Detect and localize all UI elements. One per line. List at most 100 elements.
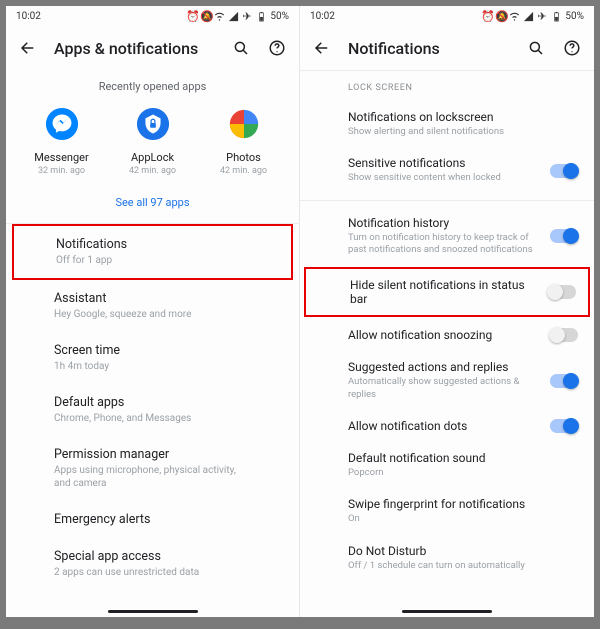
wifi-icon [509, 11, 520, 22]
row-sub: Show alerting and silent notifications [348, 126, 568, 138]
airplane-icon: ✈ [242, 11, 253, 22]
row-suggested-actions[interactable]: Suggested actions and replies Automatica… [300, 351, 594, 410]
row-label: Do Not Disturb [348, 544, 568, 558]
row-label: Notifications on lockscreen [348, 110, 568, 124]
row-assistant[interactable]: Assistant Hey Google, squeeze and more [6, 280, 299, 332]
nav-pill[interactable] [108, 610, 198, 613]
row-label: Notifications [56, 237, 243, 252]
row-label: Default apps [54, 395, 251, 410]
status-icons: ⏰ 🔕 ✈ 50% [481, 11, 584, 22]
row-emergency-alerts[interactable]: Emergency alerts [6, 501, 299, 538]
section-header-lockscreen: LOCK SCREEN [300, 71, 594, 101]
mute-icon: 🔕 [200, 11, 211, 22]
row-sub: On [348, 513, 568, 525]
row-notification-history[interactable]: Notification history Turn on notificatio… [300, 207, 594, 266]
row-notifications-on-lockscreen[interactable]: Notifications on lockscreen Show alertin… [300, 101, 594, 147]
row-sub: Automatically show suggested actions & r… [348, 376, 540, 401]
row-label: Hide silent notifications in status bar [350, 278, 538, 306]
battery-pct: 50% [270, 11, 289, 22]
row-label: Notification history [348, 216, 540, 230]
applock-icon [136, 107, 170, 141]
status-time: 10:02 [310, 11, 335, 22]
alarm-icon: ⏰ [481, 11, 492, 22]
row-label: Screen time [54, 343, 251, 358]
toggle-notification-history[interactable] [550, 229, 578, 243]
row-label: Allow notification dots [348, 419, 540, 433]
wifi-icon [214, 11, 225, 22]
row-sub: Chrome, Phone, and Messages [54, 412, 251, 425]
back-icon[interactable] [18, 38, 38, 58]
recent-app-photos[interactable]: Photos 42 min. ago [204, 107, 284, 176]
status-bar: 10:02 ⏰ 🔕 ✈ 50% [300, 6, 594, 26]
row-label: Special app access [54, 549, 251, 564]
signal-icon [228, 11, 239, 22]
page-title: Notifications [348, 39, 510, 58]
recent-app-applock[interactable]: AppLock 42 min. ago [113, 107, 193, 176]
row-special-app-access[interactable]: Special app access 2 apps can use unrest… [6, 538, 299, 590]
nav-pill[interactable] [402, 610, 492, 613]
highlight-box: Hide silent notifications in status bar [304, 267, 590, 317]
app-sub: 32 min. ago [38, 166, 85, 176]
row-do-not-disturb[interactable]: Do Not Disturb Off / 1 schedule can turn… [300, 535, 594, 581]
divider [300, 200, 594, 201]
row-sub: Show sensitive content when locked [348, 172, 540, 184]
row-default-sound[interactable]: Default notification sound Popcorn [300, 442, 594, 488]
row-label: Assistant [54, 291, 251, 306]
row-label: Suggested actions and replies [348, 360, 540, 374]
airplane-icon: ✈ [537, 11, 548, 22]
app-name: AppLock [131, 151, 174, 164]
app-sub: 42 min. ago [220, 166, 267, 176]
app-bar: Apps & notifications [6, 26, 299, 70]
recent-apps-caption: Recently opened apps [6, 70, 299, 99]
toggle-allow-snoozing[interactable] [550, 328, 578, 342]
row-label: Default notification sound [348, 451, 568, 465]
pane-notifications: 10:02 ⏰ 🔕 ✈ 50% Notifications [300, 6, 594, 617]
row-allow-snoozing[interactable]: Allow notification snoozing [300, 319, 594, 351]
mute-icon: 🔕 [495, 11, 506, 22]
toggle-notification-dots[interactable] [550, 419, 578, 433]
row-swipe-fingerprint[interactable]: Swipe fingerprint for notifications On [300, 488, 594, 534]
search-icon[interactable] [231, 38, 251, 58]
row-screen-time[interactable]: Screen time 1h 4m today [6, 332, 299, 384]
messenger-icon [45, 107, 79, 141]
row-label: Permission manager [54, 447, 251, 462]
status-bar: 10:02 ⏰ 🔕 ✈ 50% [6, 6, 299, 26]
help-icon[interactable] [267, 38, 287, 58]
page-title: Apps & notifications [54, 39, 215, 58]
row-notification-dots[interactable]: Allow notification dots [300, 410, 594, 442]
row-default-apps[interactable]: Default apps Chrome, Phone, and Messages [6, 384, 299, 436]
app-sub: 42 min. ago [129, 166, 176, 176]
row-sub: Popcorn [348, 467, 568, 479]
toggle-sensitive-notifications[interactable] [550, 164, 578, 178]
row-notifications[interactable]: Notifications Off for 1 app [14, 226, 291, 278]
row-sub: 1h 4m today [54, 360, 251, 373]
highlight-box: Notifications Off for 1 app [12, 224, 293, 280]
see-all-apps-link[interactable]: See all 97 apps [6, 182, 299, 223]
search-icon[interactable] [526, 38, 546, 58]
status-icons: ⏰ 🔕 ✈ 50% [186, 11, 289, 22]
row-sub: 2 apps can use unrestricted data [54, 566, 251, 579]
row-sensitive-notifications[interactable]: Sensitive notifications Show sensitive c… [300, 147, 594, 193]
app-name: Messenger [34, 151, 88, 164]
row-permission-manager[interactable]: Permission manager Apps using microphone… [6, 436, 299, 501]
recent-apps-row: Messenger 32 min. ago AppLock 42 min. ag… [6, 99, 299, 182]
row-label: Sensitive notifications [348, 156, 540, 170]
help-icon[interactable] [562, 38, 582, 58]
row-sub: Off for 1 app [56, 254, 243, 267]
toggle-hide-silent-notifications[interactable] [548, 285, 576, 299]
row-sub: Apps using microphone, physical activity… [54, 464, 251, 490]
row-sub: Off / 1 schedule can turn on automatical… [348, 560, 568, 572]
toggle-suggested-actions[interactable] [550, 374, 578, 388]
status-time: 10:02 [16, 11, 41, 22]
row-label: Swipe fingerprint for notifications [348, 497, 568, 511]
back-icon[interactable] [312, 38, 332, 58]
battery-icon [551, 11, 562, 22]
app-name: Photos [226, 151, 261, 164]
recent-app-messenger[interactable]: Messenger 32 min. ago [22, 107, 102, 176]
settings-list: Notifications Off for 1 app Assistant He… [6, 224, 299, 590]
battery-icon [256, 11, 267, 22]
pane-apps-and-notifications: 10:02 ⏰ 🔕 ✈ 50% Apps & notifications [6, 6, 300, 617]
alarm-icon: ⏰ [186, 11, 197, 22]
row-hide-silent-notifications[interactable]: Hide silent notifications in status bar [306, 269, 588, 315]
signal-icon [523, 11, 534, 22]
